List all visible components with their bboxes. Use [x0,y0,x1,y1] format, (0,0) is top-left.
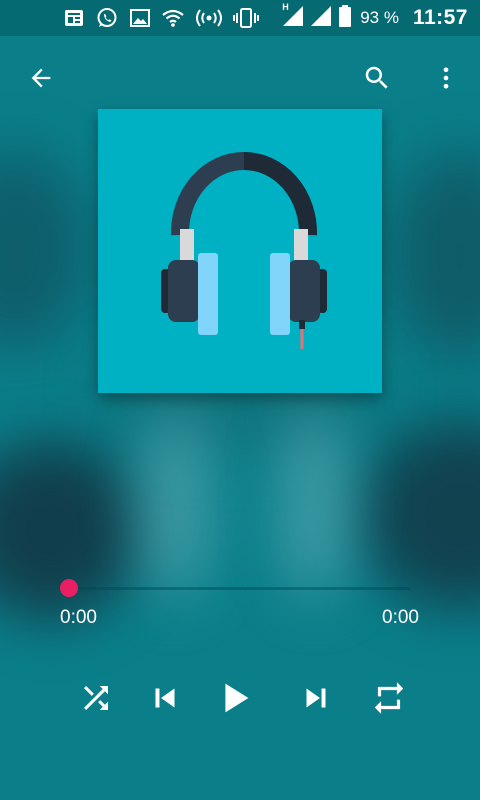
arrow-back-icon [31,68,51,88]
hotspot-icon [194,6,224,30]
vibrate-icon [233,6,259,30]
skip-previous-icon [155,688,175,708]
app-bar [0,48,480,108]
shuffle-icon [84,686,108,710]
status-bar: H 93 % 11:57 [0,0,480,36]
status-clock: 11:57 [412,6,468,29]
seek-thumb[interactable] [60,579,78,597]
repeat-button[interactable] [363,672,415,724]
whatsapp-icon [95,6,119,30]
back-button[interactable] [17,54,65,102]
next-button[interactable] [290,672,342,724]
total-duration: 0:00 [382,607,419,628]
news-icon [62,6,86,30]
search-button[interactable] [353,54,401,102]
previous-button[interactable] [139,672,191,724]
seek-bar[interactable] [60,587,410,590]
shuffle-button[interactable] [70,672,122,724]
more-options-button[interactable] [422,54,470,102]
search-icon [365,66,388,89]
elapsed-time: 0:00 [60,607,97,628]
more-vert-icon [443,67,449,89]
playback-controls [0,672,480,724]
battery-percent: 93 % [360,8,399,27]
headphones-icon [161,152,327,349]
wifi-icon [161,6,185,30]
repeat-icon [374,682,404,714]
signal-icon: H [282,1,304,32]
album-art [98,109,382,393]
signal-icon [310,5,332,32]
gallery-icon [128,6,152,30]
skip-next-icon [306,688,326,708]
network-type-label: H [282,1,289,12]
play-icon [225,683,249,713]
play-button[interactable] [209,672,261,724]
battery-icon [338,4,352,33]
